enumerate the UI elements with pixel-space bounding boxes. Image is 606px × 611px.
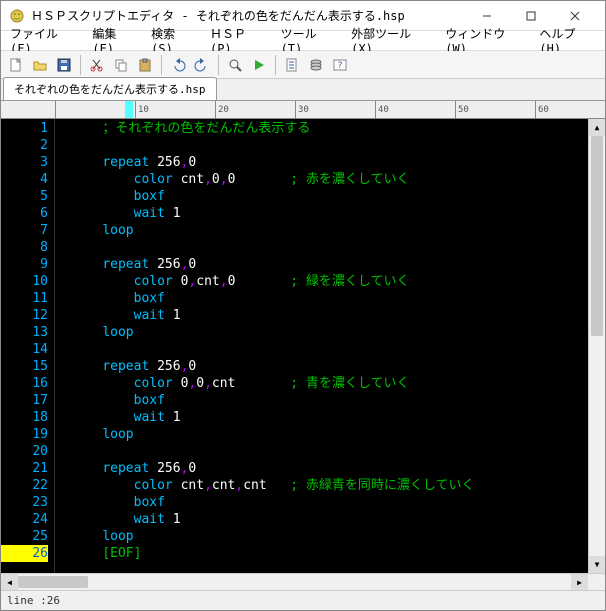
code-line[interactable]: boxf	[71, 494, 588, 511]
menu-bar: ファイル(F) 編集(E) 検索(S) ＨＳＰ(P) ツール(T) 外部ツール(…	[1, 31, 605, 51]
code-line[interactable]: color cnt,0,0 ; 赤を濃くしていく	[71, 171, 588, 188]
tab-bar: それぞれの色をだんだん表示する.hsp	[1, 79, 605, 101]
ruler-mark	[55, 101, 58, 118]
code-line[interactable]: boxf	[71, 392, 588, 409]
help-icon[interactable]: ?	[329, 54, 351, 76]
copy-icon[interactable]	[110, 54, 132, 76]
line-number: 1	[1, 120, 48, 137]
code-line[interactable]: color 0,cnt,0 ; 緑を濃くしていく	[71, 273, 588, 290]
code-line[interactable]: boxf	[71, 290, 588, 307]
line-number: 21	[1, 460, 48, 477]
code-line[interactable]	[71, 239, 588, 256]
line-number: 23	[1, 494, 48, 511]
open-file-icon[interactable]	[29, 54, 51, 76]
cut-icon[interactable]	[86, 54, 108, 76]
ruler-mark: 20	[215, 101, 229, 118]
status-line-label: line :	[7, 594, 47, 607]
search-icon[interactable]	[224, 54, 246, 76]
code-line[interactable]: loop	[71, 528, 588, 545]
line-number: 13	[1, 324, 48, 341]
ruler: 10 20 30 40 50 60	[1, 101, 605, 119]
ruler-cursor	[125, 101, 133, 118]
line-number: 19	[1, 426, 48, 443]
code-line[interactable]: loop	[71, 222, 588, 239]
line-number: 8	[1, 239, 48, 256]
line-number: 24	[1, 511, 48, 528]
code-line[interactable]: repeat 256,0	[71, 460, 588, 477]
code-line[interactable]: loop	[71, 426, 588, 443]
code-line[interactable]: ；それぞれの色をだんだん表示する	[71, 120, 588, 137]
line-number: 5	[1, 188, 48, 205]
status-bar: line : 26	[1, 590, 605, 610]
code-line[interactable]: repeat 256,0	[71, 358, 588, 375]
code-line[interactable]	[71, 443, 588, 460]
code-line[interactable]: repeat 256,0	[71, 154, 588, 171]
status-line-number: 26	[47, 594, 60, 607]
code-line[interactable]: [EOF]	[71, 545, 588, 562]
code-line[interactable]: wait 1	[71, 511, 588, 528]
line-number: 17	[1, 392, 48, 409]
code-line[interactable]: boxf	[71, 188, 588, 205]
line-number: 7	[1, 222, 48, 239]
ruler-mark: 40	[375, 101, 389, 118]
horizontal-scroll-thumb[interactable]	[18, 576, 88, 588]
code-line[interactable]: repeat 256,0	[71, 256, 588, 273]
vertical-scroll-thumb[interactable]	[591, 136, 603, 336]
file-tab[interactable]: それぞれの色をだんだん表示する.hsp	[3, 77, 217, 100]
line-number: 11	[1, 290, 48, 307]
line-number: 18	[1, 409, 48, 426]
horizontal-scrollbar[interactable]: ◀ ▶	[1, 573, 605, 590]
paste-icon[interactable]	[134, 54, 156, 76]
save-file-icon[interactable]	[53, 54, 75, 76]
toolbar: ?	[1, 51, 605, 79]
line-number: 3	[1, 154, 48, 171]
scroll-left-arrow[interactable]: ◀	[1, 574, 18, 590]
svg-text:?: ?	[337, 61, 342, 71]
window-title: ＨＳＰスクリプトエディタ - それぞれの色をだんだん表示する.hsp	[31, 7, 465, 24]
line-number: 14	[1, 341, 48, 358]
code-line[interactable]: wait 1	[71, 409, 588, 426]
code-line[interactable]: wait 1	[71, 307, 588, 324]
code-line[interactable]: loop	[71, 324, 588, 341]
scroll-up-arrow[interactable]: ▲	[589, 119, 605, 136]
code-line[interactable]	[71, 341, 588, 358]
app-icon	[9, 8, 25, 24]
scroll-down-arrow[interactable]: ▼	[589, 556, 605, 573]
line-number: 2	[1, 137, 48, 154]
line-number: 6	[1, 205, 48, 222]
code-line[interactable]: wait 1	[71, 205, 588, 222]
compile-icon[interactable]	[281, 54, 303, 76]
line-number: 22	[1, 477, 48, 494]
line-number: 25	[1, 528, 48, 545]
code-line[interactable]: color cnt,cnt,cnt ; 赤緑青を同時に濃くしていく	[71, 477, 588, 494]
ruler-mark: 60	[535, 101, 549, 118]
run-icon[interactable]	[248, 54, 270, 76]
ruler-mark: 50	[455, 101, 469, 118]
undo-icon[interactable]	[167, 54, 189, 76]
new-file-icon[interactable]	[5, 54, 27, 76]
line-number: 16	[1, 375, 48, 392]
line-number-gutter: 1234567891011121314151617181920212223242…	[1, 119, 55, 573]
ruler-mark: 10	[135, 101, 149, 118]
line-number: 9	[1, 256, 48, 273]
code-area[interactable]: ；それぞれの色をだんだん表示する repeat 256,0 color cnt,…	[55, 119, 588, 573]
line-number: 12	[1, 307, 48, 324]
editor: 1234567891011121314151617181920212223242…	[1, 119, 605, 573]
line-number: 26	[1, 545, 48, 562]
build-icon[interactable]	[305, 54, 327, 76]
line-number: 10	[1, 273, 48, 290]
scroll-right-arrow[interactable]: ▶	[571, 574, 588, 590]
line-number: 4	[1, 171, 48, 188]
line-number: 20	[1, 443, 48, 460]
code-line[interactable]: color 0,0,cnt ; 青を濃くしていく	[71, 375, 588, 392]
line-number: 15	[1, 358, 48, 375]
vertical-scrollbar[interactable]: ▲ ▼	[588, 119, 605, 573]
code-line[interactable]	[71, 137, 588, 154]
redo-icon[interactable]	[191, 54, 213, 76]
ruler-mark: 30	[295, 101, 309, 118]
